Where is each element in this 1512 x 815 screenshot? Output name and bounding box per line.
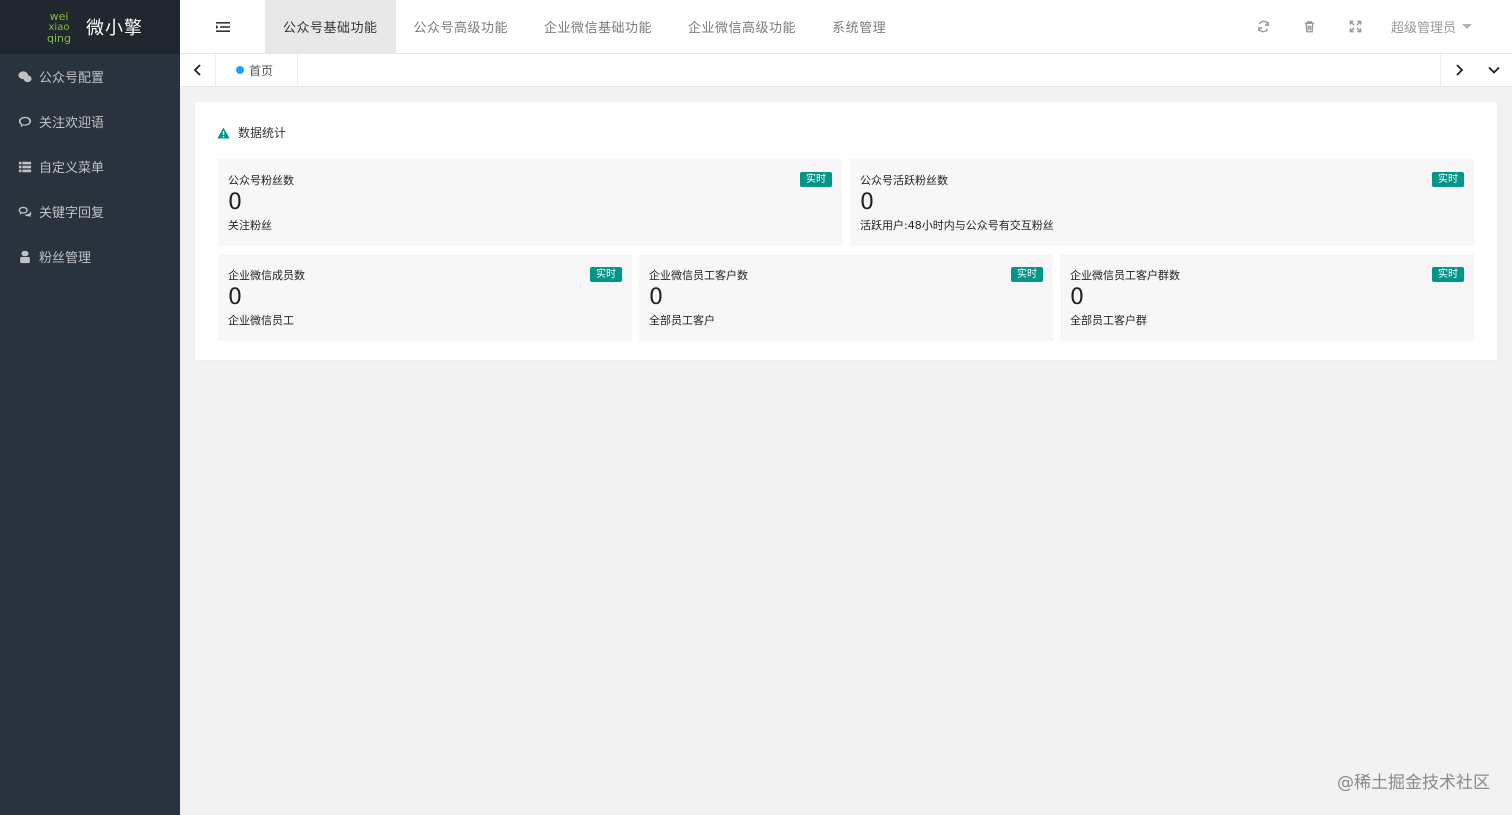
wechat-icon xyxy=(18,70,32,84)
menu-fold-icon xyxy=(215,21,230,32)
sidebar-item-welcome-message[interactable]: 关注欢迎语 xyxy=(0,99,180,144)
list-icon xyxy=(18,160,32,174)
stat-card-active-fans: 公众号活跃粉丝数 0 活跃用户:48小时内与公众号有交互粉丝 实时 xyxy=(850,159,1474,246)
panel-title: 数据统计 xyxy=(238,126,287,140)
stat-value: 0 xyxy=(228,190,242,215)
sidebar-item-keyword-reply[interactable]: 关键字回复 xyxy=(0,189,180,234)
menu-toggle-button[interactable] xyxy=(180,0,265,54)
scroll-tabs-right-button[interactable] xyxy=(1440,53,1476,87)
top-header: 公众号基础功能 公众号高级功能 企业微信基础功能 企业微信高级功能 系统管理 超… xyxy=(180,0,1512,54)
logo-mark: wei xiao qing xyxy=(44,11,74,44)
sidebar-item-label: 自定义菜单 xyxy=(39,161,105,176)
chevron-right-icon xyxy=(1455,64,1463,76)
logo-line: xiao xyxy=(48,21,70,33)
stat-value: 0 xyxy=(228,285,242,310)
warning-icon xyxy=(217,127,230,138)
stat-description: 企业微信员工 xyxy=(228,314,294,327)
comment-icon xyxy=(18,115,32,129)
realtime-badge: 实时 xyxy=(1011,267,1043,282)
user-menu[interactable]: 超级管理员 xyxy=(1379,0,1512,54)
sidebar-item-fans-management[interactable]: 粉丝管理 xyxy=(0,234,180,279)
caret-down-icon xyxy=(1462,24,1472,29)
chat-bubbles-icon xyxy=(18,205,32,219)
scroll-tabs-left-button[interactable] xyxy=(180,53,216,87)
stat-label: 公众号活跃粉丝数 xyxy=(860,174,948,187)
page-tab-label: 首页 xyxy=(249,63,274,78)
header-actions: 超级管理员 xyxy=(1241,0,1512,54)
chevron-left-icon xyxy=(193,64,201,76)
tab-strip-right-controls xyxy=(1440,53,1512,87)
sidebar-item-label: 公众号配置 xyxy=(39,71,105,86)
tab-system-management[interactable]: 系统管理 xyxy=(814,0,904,54)
realtime-badge: 实时 xyxy=(590,267,622,282)
sidebar-item-label: 关注欢迎语 xyxy=(39,116,105,131)
sidebar-item-official-account-config[interactable]: 公众号配置 xyxy=(0,54,180,99)
logo-line: qing xyxy=(47,31,71,45)
fullscreen-icon xyxy=(1350,20,1362,33)
sidebar-item-label: 关键字回复 xyxy=(39,206,105,221)
user-name: 超级管理员 xyxy=(1390,21,1456,36)
app-title: 微小擎 xyxy=(86,18,143,39)
sidebar-item-custom-menu[interactable]: 自定义菜单 xyxy=(0,144,180,189)
refresh-button[interactable] xyxy=(1241,0,1287,54)
panel-header: 数据统计 xyxy=(217,124,286,141)
tab-work-wechat-basic[interactable]: 企业微信基础功能 xyxy=(526,0,670,54)
refresh-icon xyxy=(1258,20,1270,33)
realtime-badge: 实时 xyxy=(1432,172,1464,187)
active-dot-icon xyxy=(236,66,244,74)
stat-label: 企业微信成员数 xyxy=(228,269,305,282)
fullscreen-button[interactable] xyxy=(1333,0,1379,54)
stat-label: 企业微信员工客户群数 xyxy=(1070,269,1180,282)
stat-value: 0 xyxy=(1070,285,1084,310)
stat-card-members: 企业微信成员数 0 企业微信员工 实时 xyxy=(218,254,632,341)
stat-label: 企业微信员工客户数 xyxy=(649,269,748,282)
logo[interactable]: wei xiao qing 微小擎 xyxy=(0,0,180,54)
stat-value: 0 xyxy=(649,285,663,310)
realtime-badge: 实时 xyxy=(1432,267,1464,282)
page-tab-strip: 首页 xyxy=(180,53,1512,87)
page-tab-home[interactable]: 首页 xyxy=(216,53,299,87)
sidebar: wei xiao qing 微小擎 公众号配置 关注欢迎语 自定义菜单 关键字回… xyxy=(0,0,180,815)
trash-icon xyxy=(1305,21,1315,33)
tab-options-dropdown[interactable] xyxy=(1476,54,1512,87)
stat-description: 全部员工客户 xyxy=(649,314,715,327)
stat-card-customers: 企业微信员工客户数 0 全部员工客户 实时 xyxy=(639,254,1053,341)
stats-row-work-wechat: 企业微信成员数 0 企业微信员工 实时 企业微信员工客户数 0 全部员工客户 实… xyxy=(218,254,1474,341)
stat-card-fans: 公众号粉丝数 0 关注粉丝 实时 xyxy=(218,159,842,246)
stats-panel: 数据统计 公众号粉丝数 0 关注粉丝 实时 公众号活跃粉丝数 0 活跃用户:48… xyxy=(194,101,1498,361)
logo-line: wei xyxy=(49,9,69,23)
stat-value: 0 xyxy=(860,190,874,215)
clear-cache-button[interactable] xyxy=(1287,0,1333,54)
user-icon xyxy=(18,250,32,264)
stat-description: 全部员工客户群 xyxy=(1070,314,1147,327)
top-module-tabs: 公众号基础功能 公众号高级功能 企业微信基础功能 企业微信高级功能 系统管理 xyxy=(265,0,904,54)
stat-description: 关注粉丝 xyxy=(228,219,272,232)
stats-row-official-account: 公众号粉丝数 0 关注粉丝 实时 公众号活跃粉丝数 0 活跃用户:48小时内与公… xyxy=(218,159,1474,246)
tab-work-wechat-advanced[interactable]: 企业微信高级功能 xyxy=(670,0,814,54)
watermark: @稀土掘金技术社区 xyxy=(1337,773,1490,793)
stat-card-customer-groups: 企业微信员工客户群数 0 全部员工客户群 实时 xyxy=(1060,254,1474,341)
app-root: wei xiao qing 微小擎 公众号配置 关注欢迎语 自定义菜单 关键字回… xyxy=(0,0,1512,815)
realtime-badge: 实时 xyxy=(800,172,832,187)
sidebar-nav: 公众号配置 关注欢迎语 自定义菜单 关键字回复 粉丝管理 xyxy=(0,54,180,279)
stat-description: 活跃用户:48小时内与公众号有交互粉丝 xyxy=(860,219,1054,232)
tab-official-account-basic[interactable]: 公众号基础功能 xyxy=(265,0,396,54)
tab-official-account-advanced[interactable]: 公众号高级功能 xyxy=(396,0,527,54)
chevron-down-icon xyxy=(1488,66,1500,74)
sidebar-item-label: 粉丝管理 xyxy=(39,251,92,266)
stat-label: 公众号粉丝数 xyxy=(228,174,294,187)
